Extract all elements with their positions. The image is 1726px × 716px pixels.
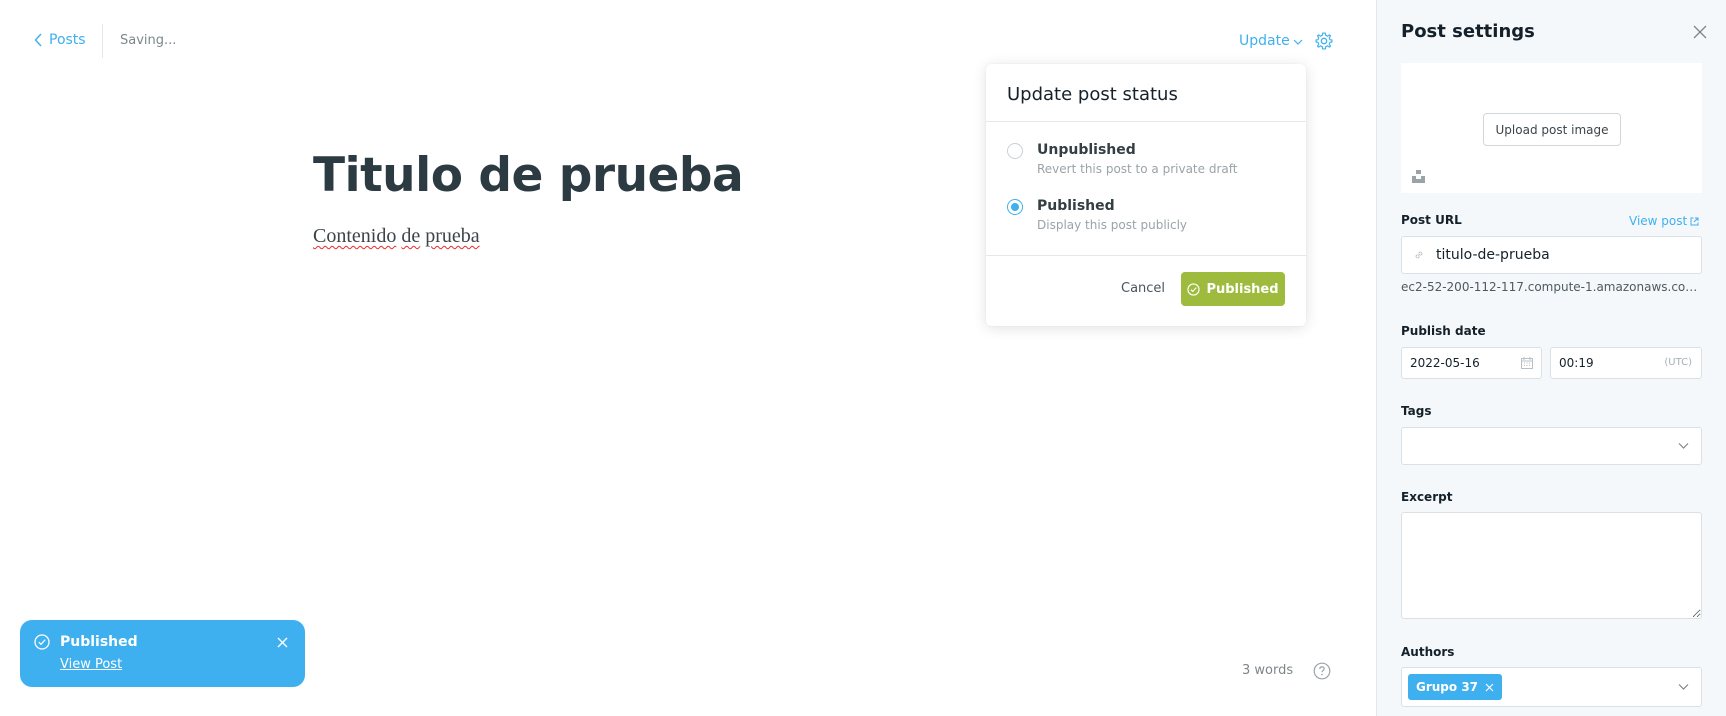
view-post-link[interactable]: View Post xyxy=(60,657,122,672)
update-label: Update xyxy=(1239,33,1290,49)
notification-title: Published xyxy=(60,634,138,650)
popover-title: Update post status xyxy=(1007,84,1178,105)
status-option-unpublished[interactable]: Unpublished Revert this post to a privat… xyxy=(1007,142,1237,176)
cancel-button[interactable]: Cancel xyxy=(1121,281,1165,296)
remove-icon[interactable] xyxy=(1485,683,1494,692)
excerpt-field[interactable] xyxy=(1401,512,1702,619)
authors-select[interactable]: Grupo 37 xyxy=(1401,667,1702,707)
confirm-published-button[interactable]: Published xyxy=(1181,272,1285,306)
tags-select[interactable] xyxy=(1401,427,1702,465)
post-body[interactable]: Contenido de prueba xyxy=(313,225,480,248)
status-option-published[interactable]: Published Display this post publicly xyxy=(1007,198,1187,232)
link-icon xyxy=(1415,251,1423,259)
chevron-down-icon xyxy=(1293,39,1303,45)
panel-title: Post settings xyxy=(1401,21,1535,42)
author-name: Grupo 37 xyxy=(1416,680,1479,694)
back-label: Posts xyxy=(49,32,86,48)
date-value: 2022-05-16 xyxy=(1410,356,1480,370)
excerpt-label: Excerpt xyxy=(1401,490,1453,504)
divider xyxy=(986,255,1306,256)
chevron-down-icon xyxy=(1678,443,1689,449)
unsplash-icon[interactable] xyxy=(1412,170,1425,183)
option-description: Display this post publicly xyxy=(1037,218,1188,232)
published-notification: Published View Post xyxy=(20,620,305,687)
publish-date-label: Publish date xyxy=(1401,324,1486,338)
radio-published[interactable] xyxy=(1007,199,1023,215)
header-divider xyxy=(102,24,103,58)
post-url-preview: ec2-52-200-112-117.compute-1.amazonaws.c… xyxy=(1401,280,1702,294)
post-url-field[interactable] xyxy=(1401,236,1702,274)
gear-icon[interactable] xyxy=(1314,31,1334,51)
body-word: prueba xyxy=(425,225,480,247)
post-settings-panel: Post settings Upload post image Post URL… xyxy=(1376,0,1726,716)
close-icon[interactable] xyxy=(277,637,288,648)
post-url-input[interactable] xyxy=(1436,247,1686,263)
radio-unpublished[interactable] xyxy=(1007,143,1023,159)
time-value: 00:19 xyxy=(1559,356,1594,370)
publish-time-field[interactable]: 00:19 (UTC) xyxy=(1550,347,1702,379)
body-word: Contenido xyxy=(313,225,397,247)
calendar-icon[interactable] xyxy=(1521,357,1533,369)
view-post-link[interactable]: View post xyxy=(1629,214,1699,228)
word-count: 3 words xyxy=(1242,663,1294,678)
chevron-left-icon xyxy=(34,33,42,47)
tags-label: Tags xyxy=(1401,404,1432,418)
update-button[interactable]: Update xyxy=(1239,33,1303,49)
body-word: de xyxy=(401,225,421,247)
back-to-posts-link[interactable]: Posts xyxy=(34,32,86,48)
confirm-label: Published xyxy=(1206,281,1279,297)
save-status: Saving... xyxy=(120,33,177,48)
check-circle-icon xyxy=(1187,282,1201,296)
post-title[interactable]: Titulo de prueba xyxy=(313,148,744,203)
author-chip: Grupo 37 xyxy=(1408,674,1503,700)
divider xyxy=(986,121,1306,122)
timezone-label: (UTC) xyxy=(1664,357,1692,368)
help-icon[interactable] xyxy=(1313,662,1331,680)
option-description: Revert this post to a private draft xyxy=(1037,162,1238,176)
close-icon[interactable] xyxy=(1693,25,1707,39)
option-label: Published xyxy=(1037,198,1115,214)
publish-date-field[interactable]: 2022-05-16 xyxy=(1401,347,1542,379)
external-link-icon xyxy=(1690,217,1699,225)
upload-image-button[interactable]: Upload post image xyxy=(1483,113,1621,146)
update-status-popover: Update post status Unpublished Revert th… xyxy=(986,64,1306,326)
option-label: Unpublished xyxy=(1037,142,1136,158)
post-image-dropzone: Upload post image xyxy=(1401,63,1702,193)
view-post-label: View post xyxy=(1629,214,1688,228)
chevron-down-icon xyxy=(1678,684,1689,690)
check-circle-icon xyxy=(34,634,50,650)
authors-label: Authors xyxy=(1401,645,1455,659)
post-url-label: Post URL xyxy=(1401,213,1462,227)
